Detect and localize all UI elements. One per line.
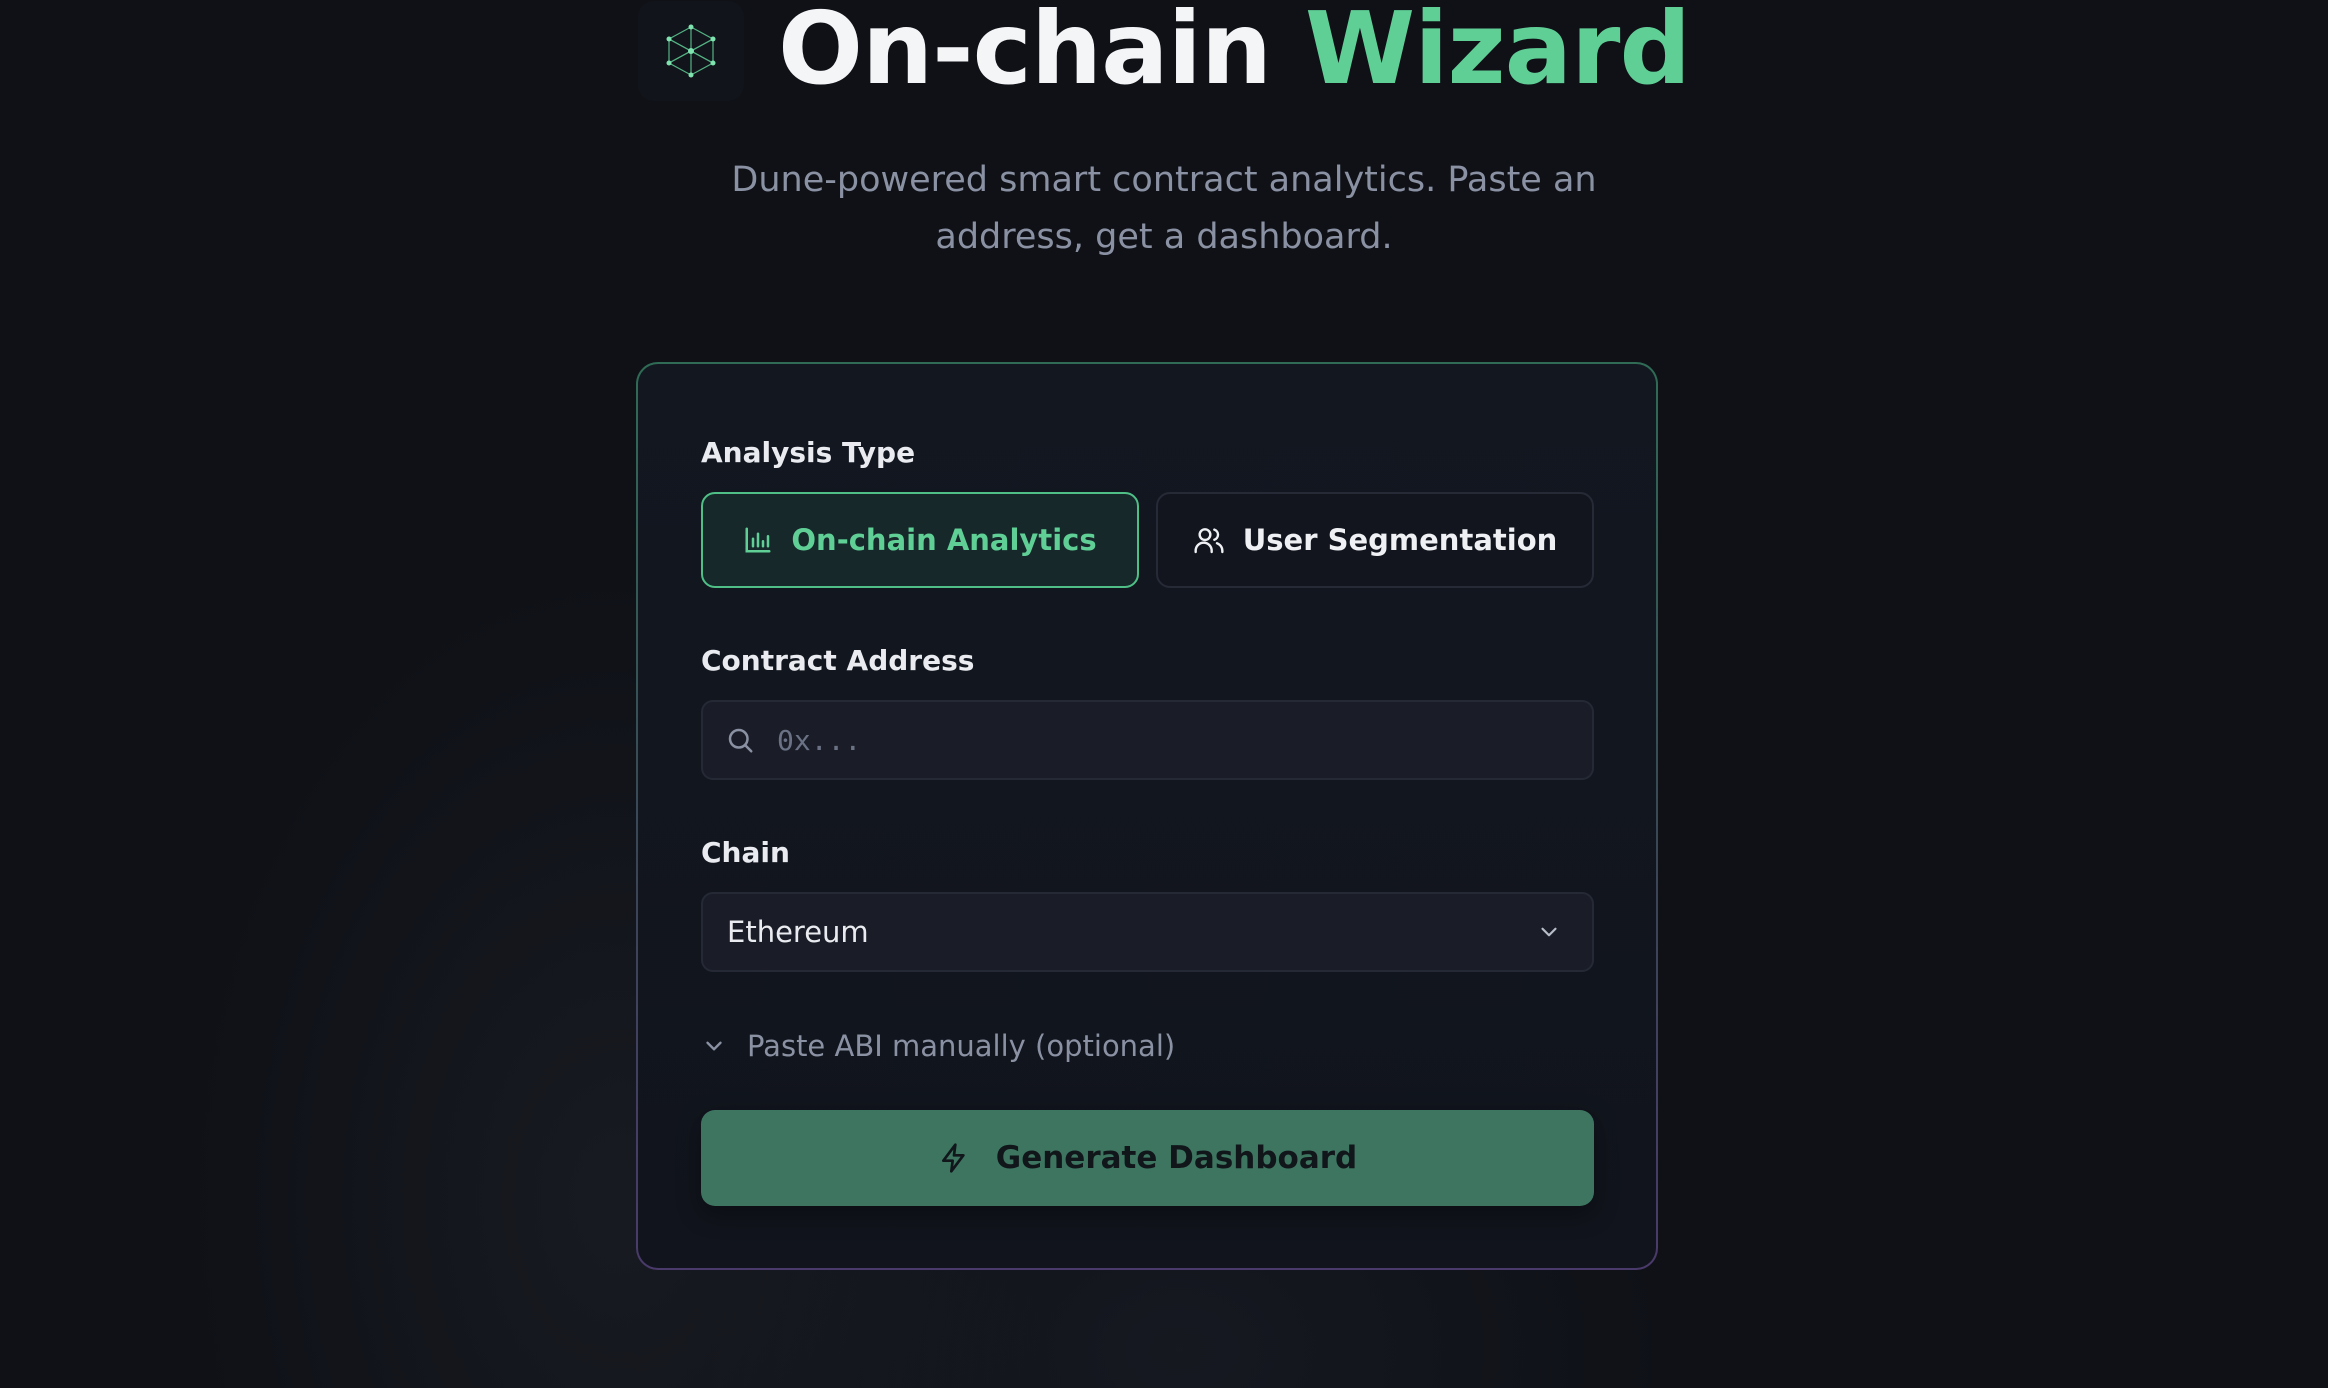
chevron-down-icon bbox=[1536, 919, 1562, 945]
contract-address-field[interactable] bbox=[701, 700, 1594, 780]
title-part-1: On-chain bbox=[777, 0, 1272, 107]
network-cube-icon bbox=[666, 24, 716, 78]
analysis-option-onchain-analytics[interactable]: On-chain Analytics bbox=[701, 492, 1139, 588]
abi-toggle[interactable]: Paste ABI manually (optional) bbox=[701, 1024, 1175, 1068]
chain-label: Chain bbox=[701, 836, 790, 869]
generate-dashboard-button[interactable]: Generate Dashboard bbox=[701, 1110, 1594, 1206]
contract-address-label: Contract Address bbox=[701, 644, 975, 677]
page-subtitle: Dune-powered smart contract analytics. P… bbox=[731, 160, 1597, 257]
analysis-option-label: User Segmentation bbox=[1242, 523, 1558, 557]
chain-select[interactable]: Ethereum bbox=[701, 892, 1594, 972]
chain-selected-value: Ethereum bbox=[727, 915, 869, 949]
analysis-type-label: Analysis Type bbox=[701, 436, 916, 469]
header: On-chain Wizard bbox=[0, 0, 2328, 110]
contract-address-input[interactable] bbox=[777, 723, 1537, 757]
chevron-down-icon bbox=[701, 1033, 727, 1059]
abi-toggle-label: Paste ABI manually (optional) bbox=[747, 1029, 1176, 1063]
wizard-card-body: Analysis Type On-chain Analytics User Se… bbox=[638, 364, 1656, 1268]
analysis-option-label: On-chain Analytics bbox=[791, 523, 1097, 557]
title-part-2: Wizard bbox=[1304, 0, 1691, 107]
generate-dashboard-label: Generate Dashboard bbox=[995, 1140, 1358, 1176]
lightning-icon bbox=[938, 1142, 970, 1174]
bar-chart-icon bbox=[743, 525, 773, 555]
users-icon bbox=[1193, 524, 1225, 556]
search-icon bbox=[725, 725, 755, 755]
logo bbox=[637, 1, 744, 101]
wizard-card: Analysis Type On-chain Analytics User Se… bbox=[636, 362, 1658, 1270]
page: On-chain Wizard Dune-powered smart contr… bbox=[0, 0, 2328, 1388]
page-title: On-chain Wizard bbox=[778, 0, 1691, 99]
analysis-option-user-segmentation[interactable]: User Segmentation bbox=[1156, 492, 1594, 588]
